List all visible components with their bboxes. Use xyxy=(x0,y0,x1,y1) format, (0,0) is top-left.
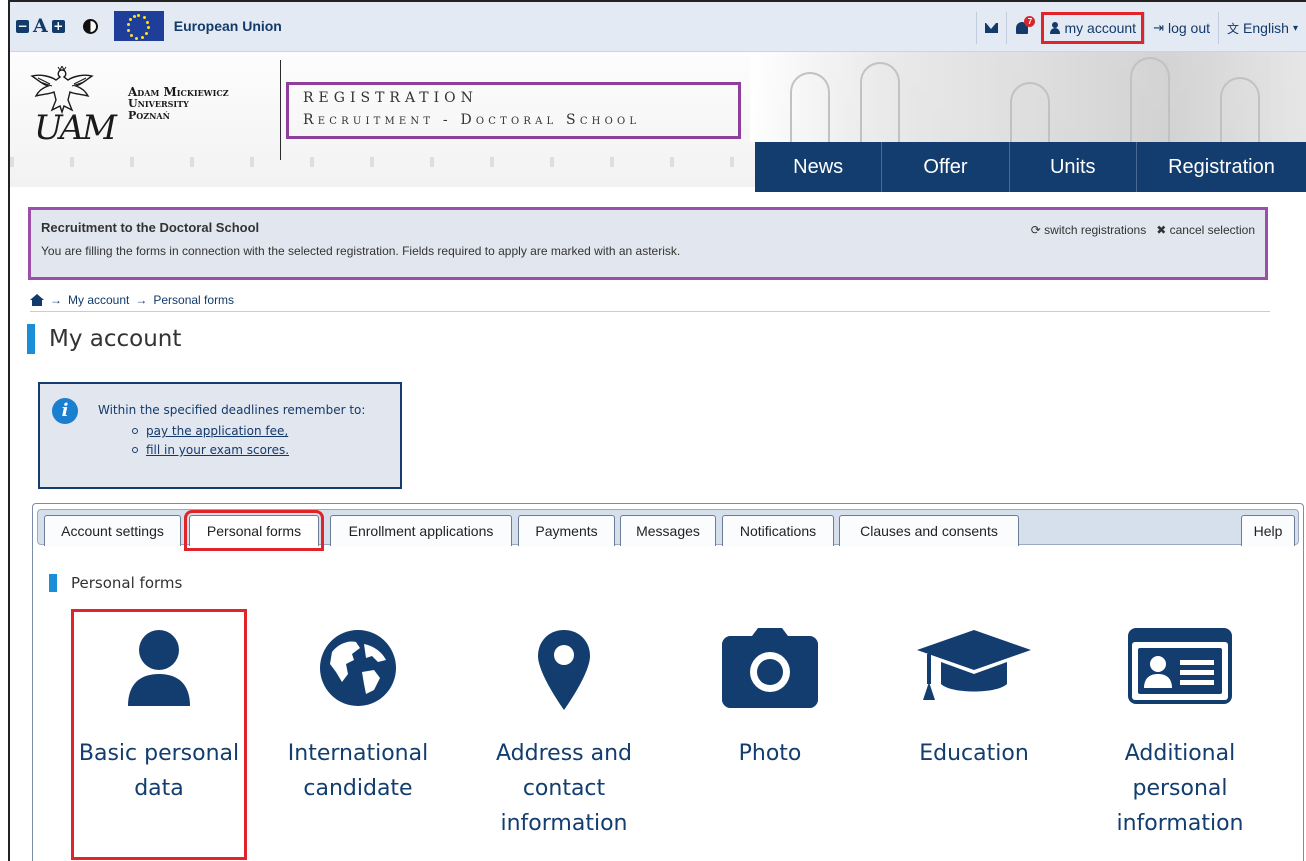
section-title: Personal forms xyxy=(71,574,183,592)
language-select[interactable]: 文 English ▾ xyxy=(1218,12,1306,44)
section-accent-bar xyxy=(49,574,57,592)
breadcrumb-arrow: → xyxy=(50,292,62,307)
nav-item-offer[interactable]: Offer xyxy=(882,142,1010,192)
form-address-contact[interactable]: Address and contact information xyxy=(479,612,649,857)
tab-messages[interactable]: Messages xyxy=(620,515,716,546)
refresh-icon: ⟳ xyxy=(1030,223,1041,237)
exam-scores-link[interactable]: fill in your exam scores. xyxy=(146,443,289,457)
camera-icon xyxy=(722,628,818,708)
page-title-text: My account xyxy=(49,326,182,352)
increase-font-button[interactable]: + xyxy=(51,19,65,33)
form-additional-info[interactable]: Additional personal information xyxy=(1095,612,1265,857)
chevron-down-icon: ▾ xyxy=(1292,22,1298,34)
envelope-icon xyxy=(985,23,999,33)
decorative-strip xyxy=(10,157,770,167)
form-label: Photo xyxy=(738,741,802,766)
pay-fee-link[interactable]: pay the application fee, xyxy=(146,424,288,438)
list-item: pay the application fee, xyxy=(132,424,388,438)
university-logo[interactable]: UAM Adam Mickiewicz University Poznań xyxy=(20,56,280,156)
default-font-button[interactable]: A xyxy=(33,15,48,37)
form-label: Education xyxy=(919,741,1029,766)
notification-count-badge: 7 xyxy=(1024,16,1036,27)
main-nav: News Offer Units Registration xyxy=(755,142,1306,192)
bell-icon: 7 xyxy=(1015,16,1036,37)
close-icon: ✖ xyxy=(1156,223,1167,237)
tab-help[interactable]: Help xyxy=(1241,515,1295,546)
form-label: Address and contact information xyxy=(496,741,632,836)
personal-forms-grid: Basic personal data International candid… xyxy=(33,604,1303,861)
my-account-link[interactable]: my account xyxy=(1041,12,1145,44)
nav-item-news[interactable]: News xyxy=(755,142,883,192)
deadline-info-box: i Within the specified deadlines remembe… xyxy=(38,382,402,489)
registration-heading: REGISTRATION Recruitment - Doctoral Scho… xyxy=(286,82,741,139)
form-basic-personal-data[interactable]: Basic personal data xyxy=(71,609,247,860)
sign-out-icon: ⇥ xyxy=(1153,20,1164,35)
tab-bar: Account settings Personal forms Enrollme… xyxy=(37,509,1299,551)
breadcrumb-arrow: → xyxy=(135,292,148,307)
user-toolbar: 7 my account ⇥ log out 文 English ▾ xyxy=(976,12,1306,44)
translate-icon: 文 xyxy=(1227,21,1240,36)
nav-item-units[interactable]: Units xyxy=(1010,142,1137,192)
logo-divider xyxy=(280,60,281,160)
logo-text: UAM xyxy=(34,108,117,148)
home-icon[interactable] xyxy=(30,293,44,306)
header-photo xyxy=(750,52,1306,142)
map-marker-icon xyxy=(538,630,590,710)
messages-button[interactable] xyxy=(976,12,1006,44)
tab-clauses-consents[interactable]: Clauses and consents xyxy=(839,515,1019,546)
notice-text: You are filling the forms in connection … xyxy=(41,244,681,258)
language-label: English xyxy=(1243,20,1289,36)
accessibility-toolbar: − A + European Union xyxy=(16,11,282,41)
tab-account-settings[interactable]: Account settings xyxy=(44,515,181,546)
top-bar: − A + European Union 7 my account ⇥ log … xyxy=(10,2,1306,52)
eu-link[interactable]: European Union xyxy=(174,18,282,34)
tab-payments[interactable]: Payments xyxy=(518,515,615,546)
app-window: − A + European Union 7 my account ⇥ log … xyxy=(8,0,1306,861)
page-title: My account xyxy=(27,324,181,354)
graduation-cap-icon xyxy=(917,630,1031,700)
form-label: International candidate xyxy=(287,741,429,801)
breadcrumb: → My account → Personal forms xyxy=(30,288,1270,312)
form-label: Basic personal data xyxy=(78,741,240,801)
log-out-label: log out xyxy=(1167,20,1211,36)
account-panel: Account settings Personal forms Enrollme… xyxy=(32,503,1304,861)
decrease-font-button[interactable]: − xyxy=(16,19,29,33)
registration-title: REGISTRATION xyxy=(303,90,478,106)
switch-registrations-link[interactable]: ⟳ switch registrations xyxy=(1031,223,1146,237)
contrast-icon[interactable] xyxy=(82,18,98,34)
form-photo[interactable]: Photo xyxy=(685,612,855,857)
eu-flag-icon[interactable] xyxy=(113,11,164,41)
info-list: pay the application fee, fill in your ex… xyxy=(132,424,388,457)
breadcrumb-my-account[interactable]: My account xyxy=(68,293,129,307)
notifications-button[interactable]: 7 xyxy=(1006,12,1041,44)
tab-notifications[interactable]: Notifications xyxy=(722,515,834,546)
cancel-selection-link[interactable]: ✖ cancel selection xyxy=(1156,223,1255,237)
tab-personal-forms[interactable]: Personal forms xyxy=(184,510,324,551)
university-name: Adam Mickiewicz University Poznań xyxy=(128,85,229,122)
form-label: Additional personal information xyxy=(1116,741,1244,836)
registration-subtitle: Recruitment - Doctoral School xyxy=(303,112,641,128)
nav-item-registration[interactable]: Registration xyxy=(1137,142,1306,192)
user-icon xyxy=(128,630,190,706)
title-accent-bar xyxy=(27,324,35,354)
my-account-label: my account xyxy=(1064,20,1137,36)
info-lead: Within the specified deadlines remember … xyxy=(98,403,366,417)
globe-icon xyxy=(320,630,396,706)
form-education[interactable]: Education xyxy=(889,612,1059,857)
font-size-controls: − A + xyxy=(16,15,65,37)
section-heading: Personal forms xyxy=(49,574,182,592)
id-card-icon xyxy=(1128,628,1232,704)
info-icon: i xyxy=(52,398,78,424)
form-international-candidate[interactable]: International candidate xyxy=(273,612,443,857)
list-item: fill in your exam scores. xyxy=(132,443,388,457)
user-icon xyxy=(1050,22,1061,34)
notice-actions: ⟳ switch registrations ✖ cancel selectio… xyxy=(1031,223,1255,237)
breadcrumb-personal-forms: Personal forms xyxy=(153,292,235,307)
tab-enrollment-applications[interactable]: Enrollment applications xyxy=(330,515,512,546)
log-out-link[interactable]: ⇥ log out xyxy=(1144,12,1218,44)
registration-notice: Recruitment to the Doctoral School You a… xyxy=(28,207,1268,280)
